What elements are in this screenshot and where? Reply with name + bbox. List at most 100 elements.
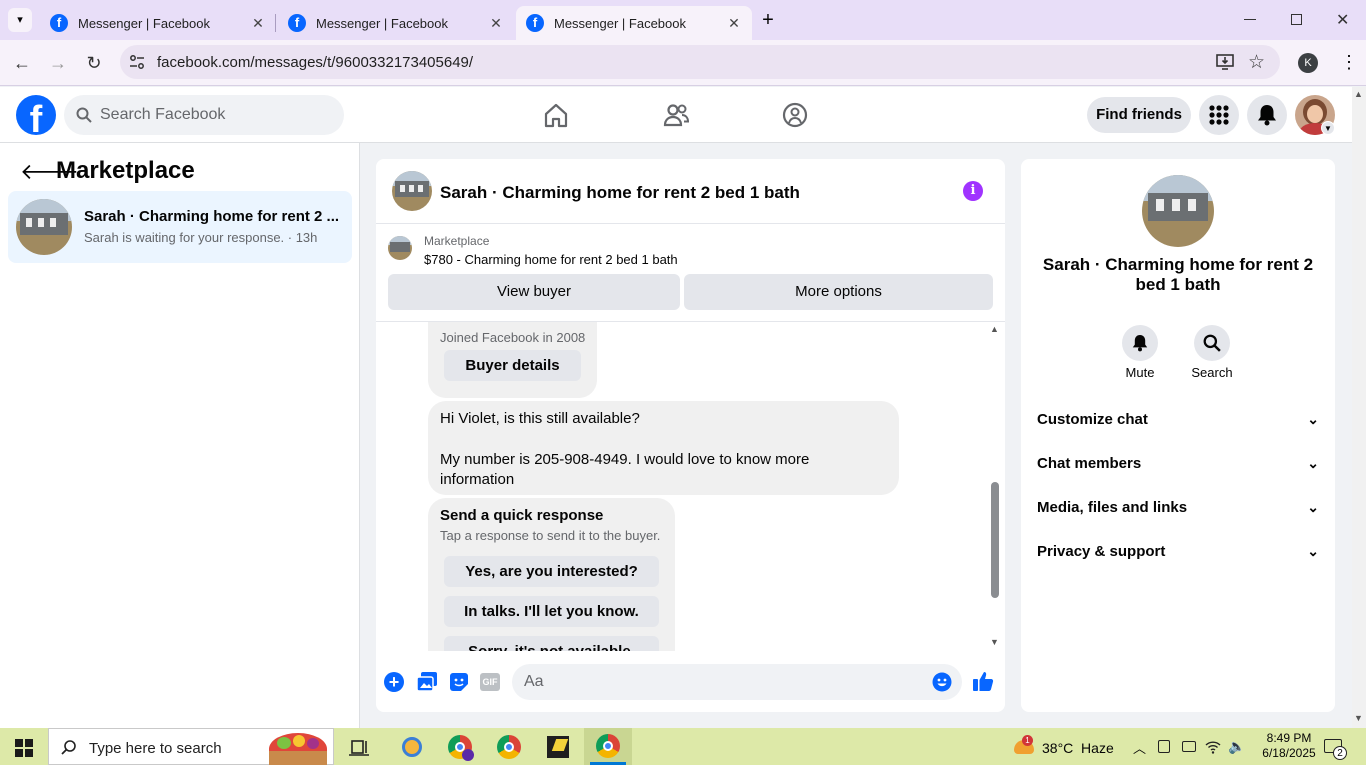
account-chevron-icon[interactable]: ▼	[1321, 121, 1335, 135]
chat-details-panel: Sarah · Charming home for rent 2 bed 1 b…	[1021, 159, 1335, 712]
facebook-favicon-icon: f	[50, 14, 68, 32]
tray-icon-2[interactable]	[1182, 741, 1196, 752]
listing-thumbnail	[388, 236, 412, 260]
quick-response-button[interactable]: Yes, are you interested?	[444, 556, 659, 587]
menu-grid-button[interactable]	[1199, 95, 1239, 135]
tray-icon-1[interactable]	[1158, 740, 1170, 753]
bookmark-star-icon[interactable]: ☆	[1248, 51, 1265, 74]
customize-chat-section[interactable]: Customize chat ⌄	[1037, 411, 1319, 435]
message-composer: + GIF Aa	[376, 654, 1005, 712]
quick-response-button[interactable]: Sorry, it's not available.	[444, 636, 659, 651]
home-icon[interactable]	[542, 101, 570, 129]
chat-panel: Sarah · Charming home for rent 2 bed 1 b…	[376, 159, 1005, 712]
quick-response-button[interactable]: In talks. I'll let you know.	[444, 596, 659, 627]
clock[interactable]: 8:49 PM 6/18/2025	[1258, 731, 1320, 761]
close-window-icon[interactable]: ✕	[1336, 10, 1349, 30]
groups-icon[interactable]	[781, 101, 809, 129]
sticky-notes-icon[interactable]	[544, 733, 572, 761]
browser-tab-bar: ▾ f Messenger | Facebook ✕ f Messenger |…	[0, 0, 1366, 40]
scroll-down-arrow-icon[interactable]: ▼	[1354, 713, 1363, 723]
tab-search-button[interactable]: ▾	[8, 8, 32, 32]
taskbar-search-placeholder: Type here to search	[89, 740, 222, 757]
sticker-icon[interactable]	[448, 671, 470, 693]
search-label: Search	[1191, 365, 1233, 380]
grid-menu-icon	[1209, 105, 1229, 125]
address-bar[interactable]: facebook.com/messages/t/9600332173405649…	[120, 45, 1280, 79]
wifi-icon[interactable]	[1205, 740, 1221, 754]
conversation-name: Sarah · Charming home for rent 2 ...	[84, 208, 340, 225]
browser-menu-icon[interactable]: ⋮	[1340, 52, 1358, 72]
mute-button[interactable]	[1122, 325, 1158, 361]
weather-widget[interactable]: 1 38°C Haze	[1010, 728, 1130, 765]
quick-response-subtitle: Tap a response to send it to the buyer.	[440, 528, 661, 543]
close-tab-icon[interactable]: ✕	[488, 15, 504, 32]
search-icon	[1203, 334, 1221, 352]
chrome-icon[interactable]	[495, 733, 523, 761]
restore-window-icon[interactable]	[1291, 14, 1302, 25]
chat-members-section[interactable]: Chat members ⌄	[1037, 455, 1319, 479]
section-label: Privacy & support	[1037, 543, 1166, 560]
thumbs-up-icon[interactable]	[972, 670, 994, 692]
add-attachment-icon[interactable]: +	[384, 672, 404, 692]
thread-scrollbar-thumb[interactable]	[991, 482, 999, 598]
friends-icon[interactable]	[662, 101, 690, 129]
bell-icon	[1132, 335, 1148, 352]
app-icon-paint[interactable]	[398, 733, 426, 761]
more-options-button[interactable]: More options	[684, 274, 993, 310]
volume-icon[interactable]: 🔈	[1228, 738, 1245, 755]
chevron-down-icon: ⌄	[1307, 499, 1319, 515]
scroll-down-arrow-icon[interactable]: ▼	[990, 637, 999, 647]
install-app-icon[interactable]	[1216, 53, 1234, 71]
view-buyer-button[interactable]: View buyer	[388, 274, 680, 310]
search-input[interactable]: Search Facebook	[64, 95, 344, 135]
incoming-message[interactable]: Hi Violet, is this still available? My n…	[428, 401, 899, 495]
notifications-button[interactable]	[1247, 95, 1287, 135]
tray-chevron-icon[interactable]: ︿	[1133, 738, 1146, 757]
find-friends-button[interactable]: Find friends	[1087, 97, 1191, 133]
scroll-up-arrow-icon[interactable]: ▲	[990, 324, 999, 334]
buyer-details-button[interactable]: Buyer details	[444, 350, 581, 381]
new-tab-button[interactable]: +	[758, 8, 778, 32]
search-chat-button[interactable]	[1194, 325, 1230, 361]
browser-tab-3[interactable]: f Messenger | Facebook ✕	[516, 6, 752, 40]
emoji-icon[interactable]	[932, 672, 952, 692]
forward-arrow-icon[interactable]: →	[47, 52, 69, 74]
task-view-icon[interactable]	[346, 733, 374, 761]
chat-avatar[interactable]	[392, 171, 432, 211]
chrome-active-app[interactable]	[584, 728, 632, 765]
close-tab-icon[interactable]: ✕	[726, 15, 742, 32]
chat-header: Sarah · Charming home for rent 2 bed 1 b…	[376, 159, 1005, 224]
profile-picture[interactable]	[1142, 175, 1214, 247]
chrome-profile-icon[interactable]	[446, 733, 474, 761]
listing-thumbnail	[16, 199, 72, 255]
listing-title[interactable]: $780 - Charming home for rent 2 bed 1 ba…	[424, 252, 678, 267]
page-scrollbar[interactable]: ▲ ▼	[1352, 87, 1366, 728]
browser-tab-2[interactable]: f Messenger | Facebook ✕	[278, 6, 514, 40]
browser-tab-1[interactable]: f Messenger | Facebook ✕	[40, 6, 276, 40]
media-files-links-section[interactable]: Media, files and links ⌄	[1037, 499, 1319, 523]
gif-icon[interactable]: GIF	[480, 673, 500, 691]
photo-icon[interactable]	[416, 671, 438, 693]
minimize-window-icon[interactable]	[1244, 19, 1256, 20]
windows-start-icon[interactable]	[15, 739, 33, 757]
facebook-favicon-icon: f	[526, 14, 544, 32]
conversation-list-item[interactable]: Sarah · Charming home for rent 2 ... Sar…	[8, 191, 352, 263]
info-icon[interactable]: i	[963, 181, 983, 201]
mute-label: Mute	[1125, 365, 1155, 380]
back-arrow-icon[interactable]: ←	[11, 52, 33, 74]
scroll-up-arrow-icon[interactable]: ▲	[1354, 89, 1363, 99]
buyer-info-card: Joined Facebook in 2008 Buyer details	[428, 322, 597, 398]
profile-avatar[interactable]: K	[1298, 53, 1318, 73]
privacy-support-section[interactable]: Privacy & support ⌄	[1037, 543, 1319, 567]
chat-title[interactable]: Sarah · Charming home for rent 2 bed 1 b…	[440, 183, 800, 203]
facebook-logo[interactable]: f	[16, 95, 56, 135]
reload-icon[interactable]: ↻	[83, 52, 105, 74]
message-thread[interactable]: Joined Facebook in 2008 Buyer details Hi…	[376, 321, 1005, 651]
message-text-line2: My number is 205-908-4949. I would love …	[440, 451, 810, 488]
close-tab-icon[interactable]: ✕	[250, 15, 266, 32]
contact-name: Sarah · Charming home for rent 2 bed 1 b…	[1042, 255, 1314, 294]
conversation-preview: Sarah is waiting for your response. · 13…	[84, 230, 318, 245]
taskbar-search-input[interactable]: Type here to search	[48, 728, 334, 765]
message-input[interactable]: Aa	[512, 664, 962, 700]
site-settings-icon[interactable]	[129, 54, 145, 70]
